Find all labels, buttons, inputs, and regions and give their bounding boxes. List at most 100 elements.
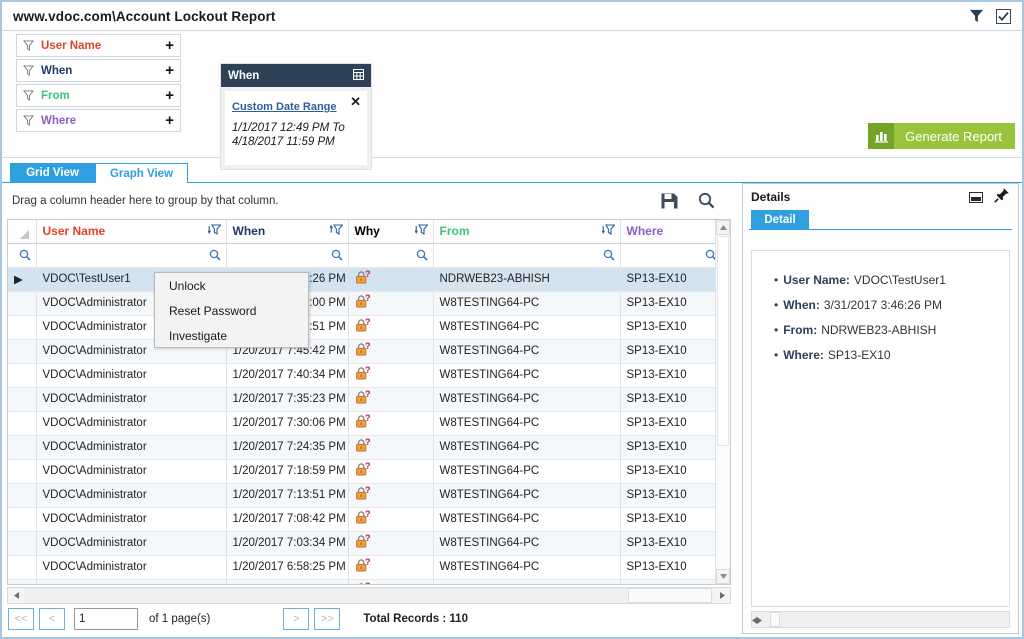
row-indicator-cell[interactable] bbox=[8, 459, 37, 484]
generate-report-button[interactable]: Generate Report bbox=[868, 123, 1015, 149]
table-row[interactable]: VDOC\Administrator 1/20/2017 7:24:35 PM ?… bbox=[8, 435, 723, 460]
filter-criteria-panel: User Name + When + From + Where + When ✕… bbox=[2, 31, 1022, 170]
calendar-grid-icon[interactable] bbox=[353, 67, 364, 85]
group-by-drop-area[interactable]: Drag a column header here to group by th… bbox=[2, 183, 737, 219]
pushpin-icon[interactable] bbox=[994, 187, 1010, 208]
magnifier-search-icon[interactable] bbox=[698, 192, 715, 212]
first-page-button[interactable]: << bbox=[8, 608, 34, 630]
column-header-why[interactable]: Why bbox=[348, 220, 434, 244]
tab-detail[interactable]: Detail bbox=[751, 210, 809, 229]
filter-cell-when[interactable] bbox=[226, 243, 349, 268]
filter-cell-user-name[interactable] bbox=[36, 243, 227, 268]
magnifier-search-icon[interactable] bbox=[14, 244, 35, 267]
table-row[interactable]: VDOC\Administrator 1/20/2017 7:45:42 PM ?… bbox=[8, 339, 723, 364]
scroll-down-button[interactable] bbox=[716, 569, 730, 584]
row-indicator-cell[interactable]: ▶ bbox=[8, 267, 37, 292]
funnel-icon[interactable] bbox=[969, 9, 984, 23]
table-row[interactable]: VDOC\Administrator 1/20/2017 7:03:34 PM ?… bbox=[8, 531, 723, 556]
locked-padlock-question-icon: ? bbox=[355, 389, 370, 404]
add-filter-icon[interactable]: + bbox=[165, 113, 174, 128]
grid-select-all-corner[interactable] bbox=[8, 220, 37, 244]
filter-cell-where[interactable] bbox=[620, 243, 723, 268]
context-menu-item[interactable]: Reset Password bbox=[155, 298, 308, 323]
minimize-icon[interactable] bbox=[969, 191, 983, 203]
detail-line: • User Name: VDOC\TestUser1 bbox=[774, 273, 1009, 287]
table-row[interactable]: VDOC\Administrator 1/20/2017 6:58:25 PM ?… bbox=[8, 555, 723, 580]
column-header-user-name[interactable]: User Name bbox=[36, 220, 227, 244]
row-indicator-cell[interactable] bbox=[8, 363, 37, 388]
add-filter-icon[interactable]: + bbox=[165, 38, 174, 53]
sort-filter-icon[interactable] bbox=[329, 224, 348, 238]
filter-cell-why[interactable] bbox=[348, 243, 434, 268]
checkbox-checked-icon[interactable] bbox=[996, 8, 1011, 24]
table-row[interactable]: VDOC\TestUser41/20/2017 6:54:44 PM ? SP1… bbox=[8, 579, 723, 584]
last-page-button[interactable]: >> bbox=[314, 608, 341, 630]
filter-chip-label: When bbox=[41, 64, 73, 77]
row-indicator-cell[interactable] bbox=[8, 435, 37, 460]
scroll-left-button[interactable] bbox=[8, 588, 24, 603]
row-indicator-cell[interactable] bbox=[8, 411, 37, 436]
row-indicator-cell[interactable] bbox=[8, 579, 37, 584]
filter-cell-from[interactable] bbox=[433, 243, 621, 268]
context-menu-item[interactable]: Investigate bbox=[155, 323, 308, 348]
filter-chip-from[interactable]: From + bbox=[16, 84, 181, 107]
table-row[interactable]: VDOC\Administrator 1/20/2017 7:18:59 PM ?… bbox=[8, 459, 723, 484]
scroll-track[interactable] bbox=[24, 588, 714, 603]
magnifier-search-icon[interactable] bbox=[627, 244, 722, 267]
floppy-save-icon[interactable] bbox=[661, 193, 678, 212]
table-row[interactable]: VDOC\Administrator 1/20/2017 7:08:42 PM ?… bbox=[8, 507, 723, 532]
grid-vertical-scrollbar[interactable] bbox=[715, 220, 730, 584]
row-indicator-cell[interactable] bbox=[8, 315, 37, 340]
sort-filter-icon[interactable] bbox=[207, 224, 226, 238]
next-page-button[interactable]: > bbox=[283, 608, 310, 630]
custom-date-range-link[interactable]: Custom Date Range bbox=[232, 101, 337, 113]
row-indicator-cell[interactable] bbox=[8, 339, 37, 364]
detail-key: User Name: bbox=[783, 273, 850, 287]
row-indicator-cell[interactable] bbox=[8, 531, 37, 556]
row-indicator-cell[interactable] bbox=[8, 291, 37, 316]
sort-filter-icon[interactable] bbox=[601, 224, 620, 238]
table-row[interactable]: VDOC\Administrator1/20/2017 7:45:51 PM ?… bbox=[8, 315, 723, 340]
table-row[interactable]: VDOC\Administrator 1/20/2017 7:13:51 PM ?… bbox=[8, 483, 723, 508]
scroll-up-button[interactable] bbox=[716, 220, 730, 235]
filter-chip-user-name[interactable]: User Name + bbox=[16, 34, 181, 57]
sort-filter-icon[interactable] bbox=[414, 224, 433, 238]
tab-grid-view[interactable]: Grid View bbox=[10, 163, 95, 183]
column-header-when[interactable]: When bbox=[226, 220, 349, 244]
table-row[interactable]: ▶VDOC\TestUser13/31/2017 3:46:26 PM ? ND… bbox=[8, 267, 723, 292]
filter-chip-when[interactable]: When + bbox=[16, 59, 181, 82]
add-filter-icon[interactable]: + bbox=[165, 88, 174, 103]
scroll-thumb[interactable] bbox=[717, 236, 729, 446]
cell-where: SP13-EX10 bbox=[620, 339, 723, 364]
row-indicator-cell[interactable] bbox=[8, 555, 37, 580]
add-filter-icon[interactable]: + bbox=[165, 63, 174, 78]
filter-chip-where[interactable]: Where + bbox=[16, 109, 181, 132]
column-header-from[interactable]: From bbox=[433, 220, 621, 244]
magnifier-search-icon[interactable] bbox=[440, 244, 620, 267]
table-row[interactable]: VDOC\Administrator 1/20/2017 7:30:06 PM ?… bbox=[8, 411, 723, 436]
table-row[interactable]: VDOC\Administrator 1/20/2017 7:40:34 PM ?… bbox=[8, 363, 723, 388]
row-indicator-cell[interactable] bbox=[8, 507, 37, 532]
context-menu-item[interactable]: Unlock bbox=[155, 273, 308, 298]
grid-horizontal-scrollbar[interactable] bbox=[7, 587, 731, 604]
magnifier-search-icon[interactable] bbox=[43, 244, 226, 267]
close-icon[interactable]: ✕ bbox=[350, 95, 361, 108]
filter-cell-corner[interactable] bbox=[8, 243, 37, 268]
page-number-input[interactable] bbox=[74, 608, 138, 630]
total-records-label: Total Records : 110 bbox=[363, 613, 468, 625]
scroll-thumb-horizontal[interactable] bbox=[770, 612, 780, 627]
scroll-right-button[interactable] bbox=[757, 611, 762, 629]
scroll-right-button[interactable] bbox=[714, 588, 730, 603]
bullet-icon: • bbox=[774, 298, 779, 312]
tab-graph-view[interactable]: Graph View bbox=[95, 163, 188, 183]
magnifier-search-icon[interactable] bbox=[233, 244, 348, 267]
row-indicator-cell[interactable] bbox=[8, 483, 37, 508]
column-header-where[interactable]: Where bbox=[620, 220, 723, 244]
scroll-thumb-horizontal[interactable] bbox=[628, 588, 712, 603]
table-row[interactable]: VDOC\Administrator1/20/2017 7:46:00 PM ?… bbox=[8, 291, 723, 316]
prev-page-button[interactable]: < bbox=[39, 608, 65, 630]
details-horizontal-scrollbar[interactable] bbox=[751, 611, 1010, 628]
row-indicator-cell[interactable] bbox=[8, 387, 37, 412]
table-row[interactable]: VDOC\Administrator 1/20/2017 7:35:23 PM ?… bbox=[8, 387, 723, 412]
magnifier-search-icon[interactable] bbox=[355, 244, 433, 267]
